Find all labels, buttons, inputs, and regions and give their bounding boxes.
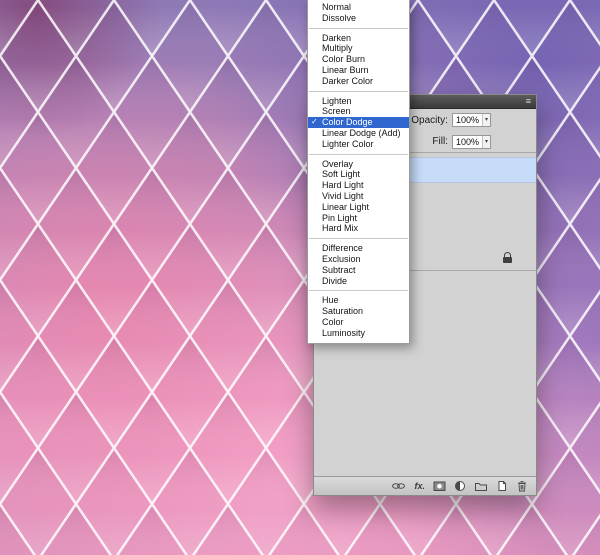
menu-item-difference[interactable]: Difference bbox=[308, 243, 409, 254]
menu-item-color[interactable]: Color bbox=[308, 317, 409, 328]
menu-separator bbox=[309, 290, 408, 291]
fill-dropdown-arrow[interactable]: ▾ bbox=[482, 136, 490, 148]
menu-separator bbox=[309, 154, 408, 155]
menu-item-linear-burn[interactable]: Linear Burn bbox=[308, 65, 409, 76]
delete-layer-trash-icon[interactable] bbox=[516, 479, 528, 493]
menu-item-dissolve[interactable]: Dissolve bbox=[308, 13, 409, 24]
menu-item-overlay[interactable]: Overlay bbox=[308, 159, 409, 170]
menu-item-multiply[interactable]: Multiply bbox=[308, 43, 409, 54]
new-layer-icon[interactable] bbox=[496, 479, 508, 493]
menu-item-lighter-color[interactable]: Lighter Color bbox=[308, 139, 409, 150]
menu-item-color-dodge[interactable]: ✓ Color Dodge bbox=[308, 117, 409, 128]
check-icon: ✓ bbox=[311, 117, 318, 128]
menu-item-subtract[interactable]: Subtract bbox=[308, 265, 409, 276]
menu-item-linear-light[interactable]: Linear Light bbox=[308, 202, 409, 213]
new-group-folder-icon[interactable] bbox=[474, 479, 488, 493]
link-layers-icon[interactable] bbox=[391, 479, 406, 493]
menu-item-darker-color[interactable]: Darker Color bbox=[308, 76, 409, 87]
menu-item-luminosity[interactable]: Luminosity bbox=[308, 328, 409, 339]
menu-item-soft-light[interactable]: Soft Light bbox=[308, 169, 409, 180]
menu-item-pin-light[interactable]: Pin Light bbox=[308, 213, 409, 224]
fill-value: 100% bbox=[453, 136, 482, 148]
menu-item-color-burn[interactable]: Color Burn bbox=[308, 54, 409, 65]
opacity-label: Opacity: bbox=[411, 115, 448, 126]
blend-mode-menu: Normal Dissolve Darken Multiply Color Bu… bbox=[307, 0, 410, 344]
photoshop-workspace: ≡ Opacity: 100% ▾ Fill: 100% ▾ bbox=[0, 0, 600, 555]
menu-separator bbox=[309, 91, 408, 92]
menu-item-exclusion[interactable]: Exclusion bbox=[308, 254, 409, 265]
opacity-value: 100% bbox=[453, 114, 482, 126]
menu-item-label: Color Dodge bbox=[322, 117, 373, 127]
menu-item-saturation[interactable]: Saturation bbox=[308, 306, 409, 317]
menu-item-normal[interactable]: Normal bbox=[308, 2, 409, 13]
menu-item-screen[interactable]: Screen bbox=[308, 106, 409, 117]
menu-separator bbox=[309, 28, 408, 29]
lock-icon bbox=[503, 252, 512, 263]
add-layer-mask-icon[interactable] bbox=[433, 479, 446, 493]
opacity-dropdown-arrow[interactable]: ▾ bbox=[482, 114, 490, 126]
layers-panel-footer: fx. bbox=[314, 476, 536, 495]
menu-item-lighten[interactable]: Lighten bbox=[308, 96, 409, 107]
adjustment-layer-icon[interactable] bbox=[454, 479, 466, 493]
menu-item-hard-mix[interactable]: Hard Mix bbox=[308, 223, 409, 234]
panel-menu-icon[interactable]: ≡ bbox=[526, 97, 531, 106]
menu-item-hue[interactable]: Hue bbox=[308, 295, 409, 306]
layer-effects-icon[interactable]: fx. bbox=[414, 479, 425, 493]
fill-label: Fill: bbox=[432, 136, 448, 147]
menu-item-divide[interactable]: Divide bbox=[308, 276, 409, 287]
menu-item-darken[interactable]: Darken bbox=[308, 33, 409, 44]
opacity-input[interactable]: 100% ▾ bbox=[452, 113, 491, 127]
menu-item-hard-light[interactable]: Hard Light bbox=[308, 180, 409, 191]
lock-body bbox=[503, 257, 512, 263]
menu-separator bbox=[309, 238, 408, 239]
menu-item-vivid-light[interactable]: Vivid Light bbox=[308, 191, 409, 202]
menu-item-linear-dodge[interactable]: Linear Dodge (Add) bbox=[308, 128, 409, 139]
fill-input[interactable]: 100% ▾ bbox=[452, 135, 491, 149]
